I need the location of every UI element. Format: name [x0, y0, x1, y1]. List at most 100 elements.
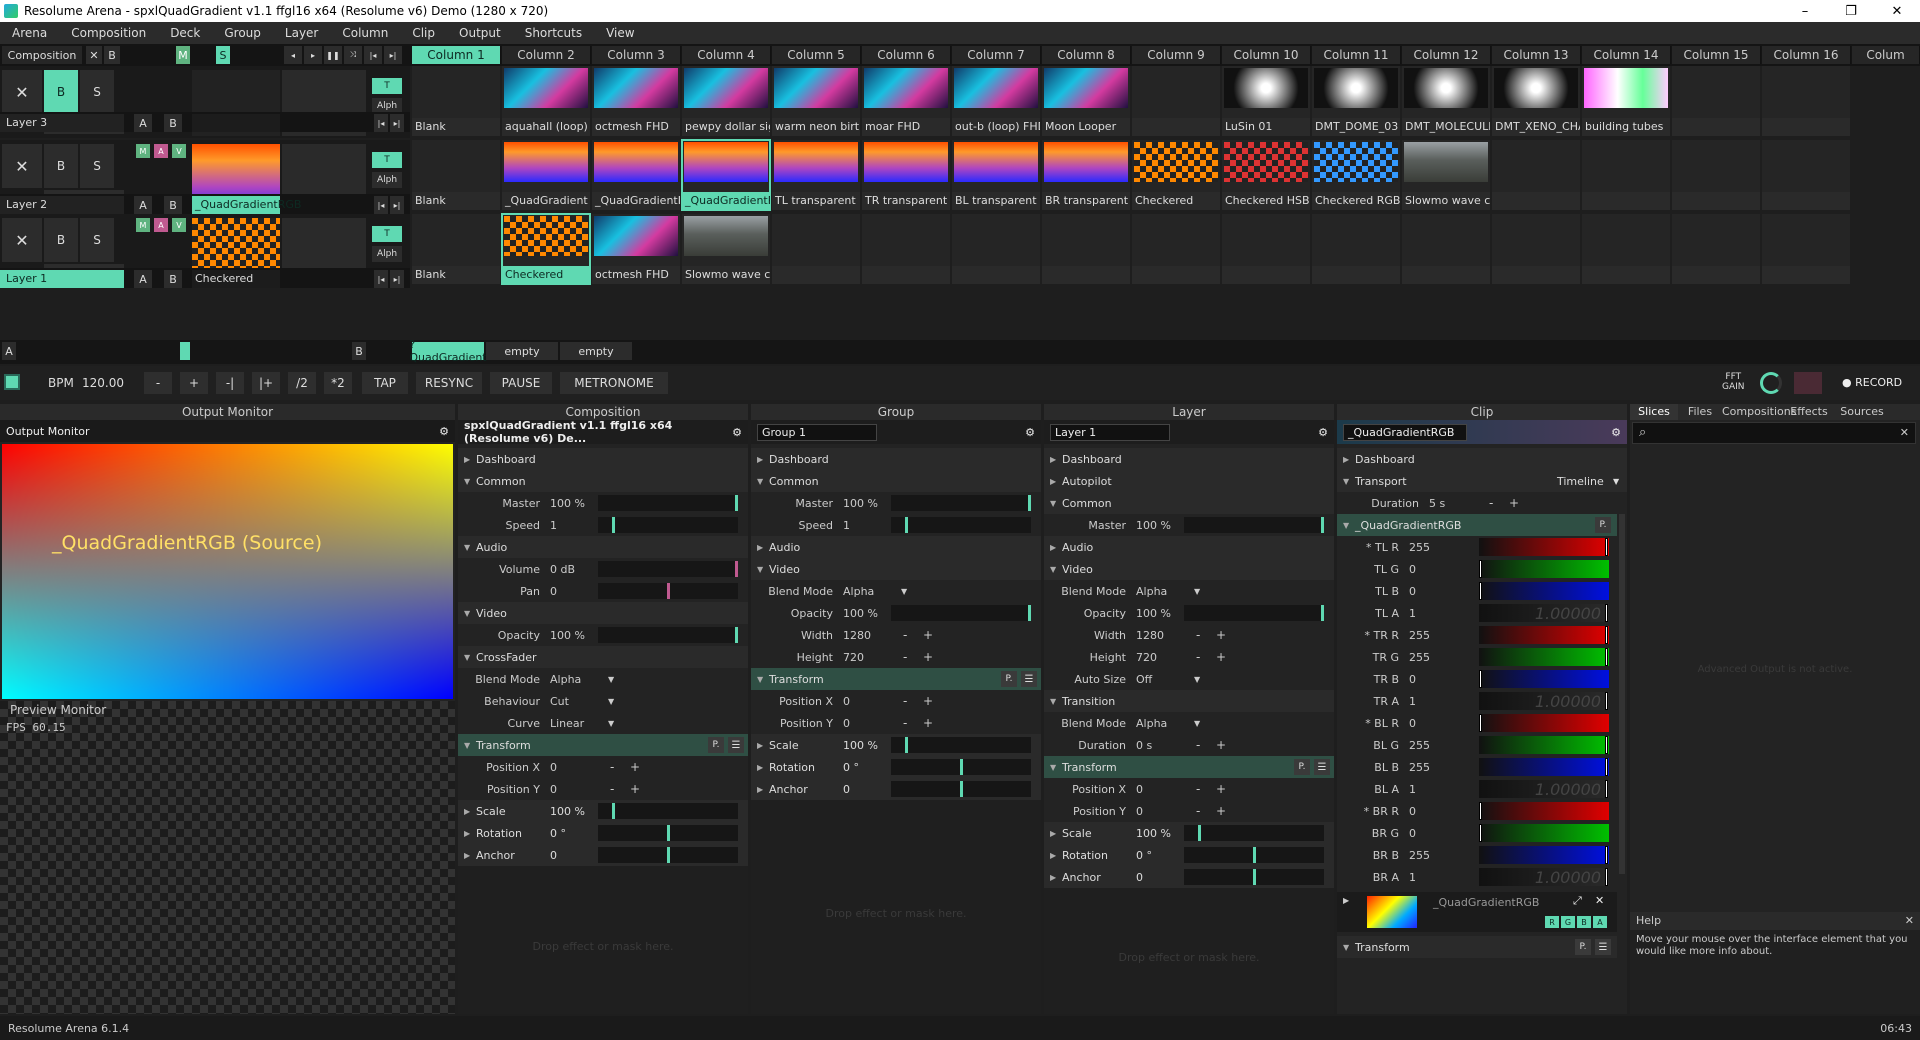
param-value[interactable]: 255: [1409, 629, 1430, 642]
color-slider[interactable]: [1479, 714, 1609, 732]
param-value[interactable]: 1: [843, 519, 850, 532]
slider-handle[interactable]: [960, 781, 963, 797]
param-value[interactable]: 0: [550, 761, 557, 774]
color-slider[interactable]: [1479, 582, 1609, 600]
param-slider[interactable]: [598, 495, 738, 511]
param-value[interactable]: 100 %: [1136, 827, 1171, 840]
color-slider[interactable]: 1.00000: [1479, 868, 1609, 887]
expand-icon[interactable]: ▶: [1343, 896, 1349, 905]
transport-tap-button[interactable]: TAP: [362, 372, 408, 394]
slider-handle[interactable]: [735, 561, 738, 577]
collapse-icon[interactable]: ▼: [464, 609, 470, 618]
expand-icon[interactable]: ▶: [1050, 543, 1056, 552]
slider-handle[interactable]: [1605, 736, 1608, 754]
slider-handle[interactable]: [905, 737, 908, 753]
clip-slot[interactable]: Checkered HSB: [1222, 140, 1310, 210]
slider-handle[interactable]: [735, 495, 738, 511]
param-value[interactable]: 255: [1409, 541, 1430, 554]
color-slider[interactable]: [1479, 802, 1609, 820]
param-value[interactable]: 0: [550, 585, 557, 598]
param-value[interactable]: 1280: [843, 629, 871, 642]
plus-button[interactable]: +: [923, 650, 933, 664]
tab-effects[interactable]: Effects: [1784, 404, 1834, 420]
layer-name[interactable]: Layer 1: [0, 270, 124, 288]
param-value[interactable]: 100 %: [843, 607, 878, 620]
param-value[interactable]: 0: [1136, 805, 1143, 818]
clip-slot[interactable]: [1672, 140, 1760, 210]
slider-handle[interactable]: [1605, 780, 1608, 798]
slider-handle[interactable]: [667, 825, 670, 841]
layer-alpha-button[interactable]: Alph: [372, 172, 402, 188]
transport-resync-button[interactable]: RESYNC: [416, 372, 482, 394]
param-slider[interactable]: [1184, 825, 1324, 841]
expand-arrows-icon[interactable]: ⤢: [1573, 894, 1582, 908]
clip-slot[interactable]: [1312, 214, 1400, 284]
color-slider[interactable]: [1479, 736, 1609, 754]
section-anchor[interactable]: ▶ Anchor 0: [751, 778, 1041, 800]
param-value[interactable]: 1: [1409, 783, 1416, 796]
gear-icon[interactable]: ⚙: [1025, 426, 1035, 439]
column-header[interactable]: Column 15: [1672, 46, 1761, 64]
clip-slot[interactable]: TL transparent: [772, 140, 860, 210]
mute-button[interactable]: M: [176, 46, 190, 64]
param-value[interactable]: 720: [1136, 651, 1157, 664]
slider-handle[interactable]: [1479, 714, 1482, 732]
skip-forward-icon[interactable]: ▸|: [390, 114, 404, 132]
clip-slot[interactable]: pewpy dollar sign...: [682, 66, 770, 136]
section-rotation[interactable]: ▶ Rotation 0 °: [751, 756, 1041, 778]
param-value[interactable]: 100 %: [550, 629, 585, 642]
layer-transition-button[interactable]: T: [372, 226, 402, 242]
clip-slot[interactable]: TR transparent: [862, 140, 950, 210]
clip-slot[interactable]: BL transparent: [952, 140, 1040, 210]
menu-icon[interactable]: ☰: [1314, 759, 1330, 775]
clip-slot[interactable]: [1222, 214, 1310, 284]
fft-gain-knob[interactable]: [1760, 372, 1782, 394]
skip-back-icon[interactable]: |◂: [374, 270, 388, 288]
scrollbar[interactable]: [1619, 514, 1625, 874]
clip-slot[interactable]: [1492, 214, 1580, 284]
section-dashboard[interactable]: ▶ Dashboard: [1337, 448, 1627, 470]
layer-solo-button[interactable]: S: [80, 144, 114, 188]
color-slider[interactable]: [1479, 670, 1609, 688]
expand-icon[interactable]: ▶: [757, 543, 763, 552]
slider-handle[interactable]: [1321, 605, 1324, 621]
param-value[interactable]: 0 °: [843, 761, 859, 774]
expand-icon[interactable]: ▶: [757, 455, 763, 464]
param-value[interactable]: Linear: [550, 717, 584, 730]
section-video[interactable]: ▼ Video: [751, 558, 1041, 580]
deck-tab[interactable]: empty: [486, 342, 558, 360]
slider-handle[interactable]: [1479, 560, 1482, 578]
param-slider[interactable]: [598, 627, 738, 643]
section-rotation[interactable]: ▶ Rotation 0 °: [1044, 844, 1334, 866]
param-value[interactable]: Alpha: [550, 673, 581, 686]
section-transport[interactable]: ▼ Transport Timeline ▼: [1337, 470, 1627, 492]
clip-slot[interactable]: out-b (loop) FHD: [952, 66, 1040, 136]
param-value[interactable]: Alpha: [1136, 585, 1167, 598]
layer-name[interactable]: Layer 1: [1050, 423, 1170, 441]
plus-button[interactable]: +: [1509, 496, 1519, 510]
channel-toggle[interactable]: A: [1593, 916, 1607, 928]
channel-toggle[interactable]: G: [1561, 916, 1575, 928]
skip-forward-icon[interactable]: ▸|: [390, 196, 404, 214]
clear-button[interactable]: ✕: [86, 46, 102, 64]
crossfader-a-button[interactable]: A: [134, 270, 152, 288]
slider-handle[interactable]: [1321, 517, 1324, 533]
collapse-icon[interactable]: ▼: [1343, 521, 1349, 530]
section-scale[interactable]: ▶ Scale 100 %: [1044, 822, 1334, 844]
column-header[interactable]: Column 4: [682, 46, 771, 64]
transport-metronome-button[interactable]: METRONOME: [560, 372, 668, 394]
clip-slot[interactable]: [1672, 214, 1760, 284]
clip-slot[interactable]: [1582, 140, 1670, 210]
minus-button[interactable]: -: [1196, 804, 1200, 818]
clip-slot[interactable]: [1762, 66, 1850, 136]
clip-slot[interactable]: [1672, 66, 1760, 136]
dropdown-arrow-icon[interactable]: ▼: [608, 719, 614, 728]
collapse-icon[interactable]: ▼: [757, 675, 763, 684]
menu-icon[interactable]: ☰: [1021, 671, 1037, 687]
slider-handle[interactable]: [667, 583, 670, 599]
transport-x2-button[interactable]: /2: [288, 372, 316, 394]
column-header[interactable]: Column 8: [1042, 46, 1131, 64]
plus-button[interactable]: +: [1216, 782, 1226, 796]
clip-slot[interactable]: octmesh FHD: [592, 214, 680, 284]
collapse-icon[interactable]: ▼: [464, 653, 470, 662]
